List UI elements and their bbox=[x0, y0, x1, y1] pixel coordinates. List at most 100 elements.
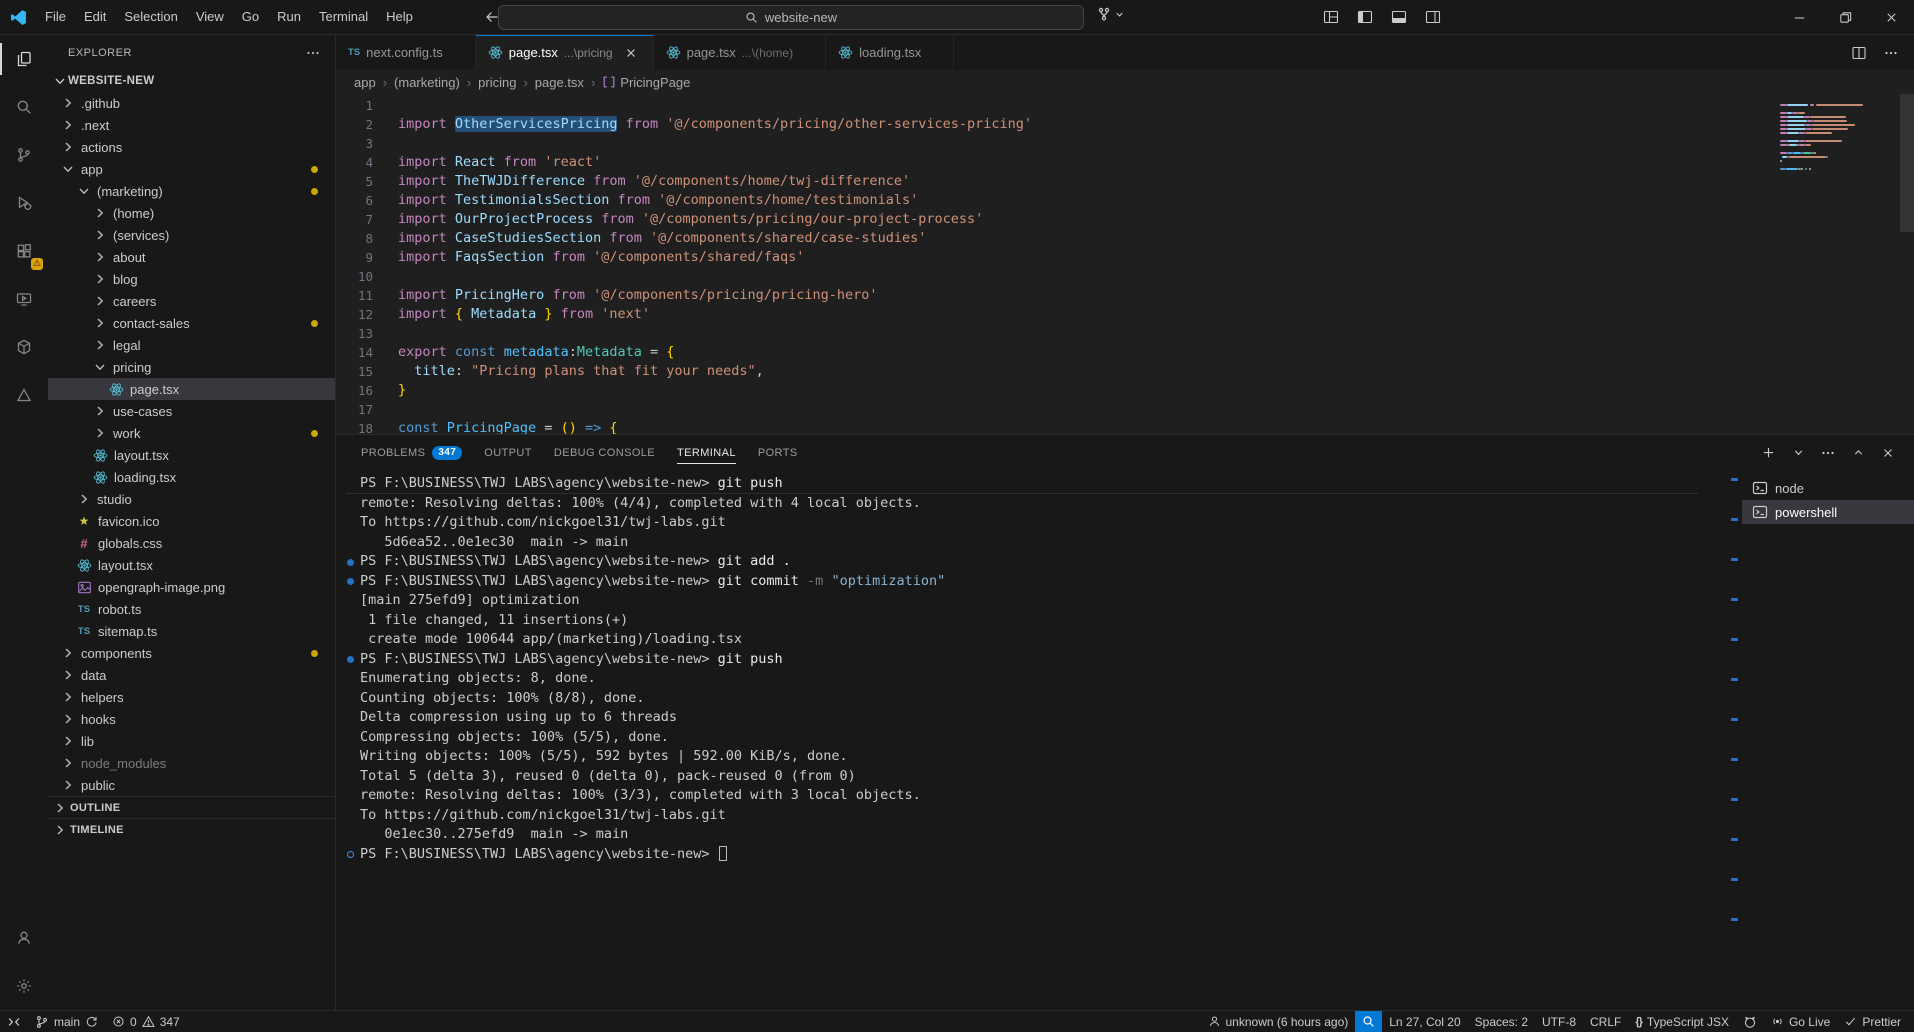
toggle-secondary-sidebar-icon[interactable] bbox=[1418, 5, 1448, 29]
tree-item-.github[interactable]: .github bbox=[48, 92, 335, 114]
monitor-icon[interactable] bbox=[0, 275, 48, 323]
menu-run[interactable]: Run bbox=[268, 5, 310, 29]
menu-edit[interactable]: Edit bbox=[75, 5, 115, 29]
tree-item-blog[interactable]: blog bbox=[48, 268, 335, 290]
prompt-decoration-circle[interactable] bbox=[347, 851, 354, 858]
tree-item-use-cases[interactable]: use-cases bbox=[48, 400, 335, 422]
command-decoration-dot[interactable] bbox=[347, 559, 354, 566]
terminal-profile-dropdown-icon[interactable] bbox=[1786, 441, 1810, 465]
panel-tab-problems[interactable]: PROBLEMS347 bbox=[350, 435, 473, 470]
run-debug-icon[interactable] bbox=[0, 179, 48, 227]
sidebar-section-timeline[interactable]: TIMELINE bbox=[48, 818, 335, 840]
toggle-panel-icon[interactable] bbox=[1384, 5, 1414, 29]
language-mode-item[interactable]: {} TypeScript JSX bbox=[1628, 1011, 1736, 1032]
tree-item--marketing-[interactable]: (marketing) bbox=[48, 180, 335, 202]
panel-tab-debug-console[interactable]: DEBUG CONSOLE bbox=[543, 435, 666, 470]
gear-icon[interactable] bbox=[0, 962, 48, 1010]
tree-item-careers[interactable]: careers bbox=[48, 290, 335, 312]
package-icon[interactable] bbox=[0, 323, 48, 371]
split-editor-icon[interactable] bbox=[1844, 41, 1874, 65]
command-decoration-dot[interactable] bbox=[347, 578, 354, 585]
tree-item-robot.ts[interactable]: TSrobot.ts bbox=[48, 598, 335, 620]
tree-item--services-[interactable]: (services) bbox=[48, 224, 335, 246]
tree-item-app[interactable]: app bbox=[48, 158, 335, 180]
tree-item-opengraph-image.png[interactable]: opengraph-image.png bbox=[48, 576, 335, 598]
close-tab-icon[interactable] bbox=[621, 43, 641, 63]
minimize-button[interactable] bbox=[1776, 0, 1822, 35]
remote-indicator[interactable] bbox=[0, 1011, 28, 1032]
git-blame-item[interactable]: unknown (6 hours ago) bbox=[1201, 1011, 1356, 1032]
github-item[interactable] bbox=[1736, 1011, 1764, 1032]
toggle-sidebar-icon[interactable] bbox=[1350, 5, 1380, 29]
panel-tab-ports[interactable]: PORTS bbox=[747, 435, 809, 470]
encoding-item[interactable]: UTF-8 bbox=[1535, 1011, 1583, 1032]
command-center-search[interactable]: website-new bbox=[498, 5, 1084, 30]
menu-terminal[interactable]: Terminal bbox=[310, 5, 377, 29]
tree-item-layout.tsx[interactable]: layout.tsx bbox=[48, 554, 335, 576]
editor-scrollbar[interactable] bbox=[1900, 94, 1914, 434]
tree-item-data[interactable]: data bbox=[48, 664, 335, 686]
maximize-panel-icon[interactable] bbox=[1846, 441, 1870, 465]
tree-item-pricing[interactable]: pricing bbox=[48, 356, 335, 378]
tree-item-components[interactable]: components bbox=[48, 642, 335, 664]
panel-tab-terminal[interactable]: TERMINAL bbox=[666, 435, 747, 470]
tree-item-.next[interactable]: .next bbox=[48, 114, 335, 136]
project-root-folder[interactable]: WEBSITE-NEW bbox=[48, 70, 335, 92]
git-branch-item[interactable]: main bbox=[28, 1011, 105, 1032]
breadcrumb-item[interactable]: page.tsx bbox=[535, 75, 584, 90]
sidebar-section-outline[interactable]: OUTLINE bbox=[48, 796, 335, 818]
tree-item-contact-sales[interactable]: contact-sales bbox=[48, 312, 335, 334]
menu-view[interactable]: View bbox=[187, 5, 233, 29]
command-decoration-dot[interactable] bbox=[347, 656, 354, 663]
zoom-indicator[interactable] bbox=[1355, 1011, 1382, 1032]
menu-help[interactable]: Help bbox=[377, 5, 422, 29]
new-terminal-icon[interactable] bbox=[1756, 441, 1780, 465]
menu-go[interactable]: Go bbox=[233, 5, 268, 29]
menu-file[interactable]: File bbox=[36, 5, 75, 29]
tree-item-globals.css[interactable]: #globals.css bbox=[48, 532, 335, 554]
tree-item--home-[interactable]: (home) bbox=[48, 202, 335, 224]
tree-item-helpers[interactable]: helpers bbox=[48, 686, 335, 708]
tree-item-legal[interactable]: legal bbox=[48, 334, 335, 356]
tree-item-layout.tsx[interactable]: layout.tsx bbox=[48, 444, 335, 466]
cursor-position-item[interactable]: Ln 27, Col 20 bbox=[1382, 1011, 1467, 1032]
tree-item-actions[interactable]: actions bbox=[48, 136, 335, 158]
panel-tab-output[interactable]: OUTPUT bbox=[473, 435, 543, 470]
search-icon[interactable] bbox=[0, 83, 48, 131]
tree-item-page.tsx[interactable]: page.tsx bbox=[48, 378, 335, 400]
tree-item-hooks[interactable]: hooks bbox=[48, 708, 335, 730]
tree-item-about[interactable]: about bbox=[48, 246, 335, 268]
tree-item-loading.tsx[interactable]: loading.tsx bbox=[48, 466, 335, 488]
source-control-icon[interactable] bbox=[0, 131, 48, 179]
go-live-item[interactable]: Go Live bbox=[1764, 1011, 1837, 1032]
panel-more-actions-icon[interactable] bbox=[1816, 441, 1840, 465]
editor-tab-loading.tsx[interactable]: loading.tsx bbox=[826, 35, 954, 70]
editor-tab-page.tsx[interactable]: page.tsx...\pricing bbox=[476, 35, 654, 70]
tree-item-work[interactable]: work bbox=[48, 422, 335, 444]
tree-item-lib[interactable]: lib bbox=[48, 730, 335, 752]
account-icon[interactable] bbox=[0, 914, 48, 962]
tree-item-studio[interactable]: studio bbox=[48, 488, 335, 510]
breadcrumb-item[interactable]: (marketing) bbox=[394, 75, 460, 90]
terminal-session-node[interactable]: node bbox=[1742, 476, 1914, 500]
triangle-icon[interactable] bbox=[0, 371, 48, 419]
editor-tab-page.tsx[interactable]: page.tsx...\(home) bbox=[654, 35, 827, 70]
extensions-icon[interactable]: ⚠ bbox=[0, 227, 48, 275]
close-panel-icon[interactable] bbox=[1876, 441, 1900, 465]
menu-selection[interactable]: Selection bbox=[115, 5, 186, 29]
session-fork-menu[interactable] bbox=[1096, 6, 1125, 22]
editor-tab-next.config.ts[interactable]: TSnext.config.ts bbox=[336, 35, 476, 70]
tree-item-node-modules[interactable]: node_modules bbox=[48, 752, 335, 774]
terminal-session-powershell[interactable]: powershell bbox=[1742, 500, 1914, 524]
files-icon[interactable] bbox=[0, 35, 48, 83]
breadcrumb-item[interactable]: PricingPage bbox=[602, 75, 690, 90]
problems-item[interactable]: 0 347 bbox=[105, 1011, 187, 1032]
more-actions-icon[interactable] bbox=[305, 45, 321, 61]
code-editor[interactable]: 12import OtherServicesPricing from '@/co… bbox=[336, 94, 1914, 434]
breadcrumb-item[interactable]: pricing bbox=[478, 75, 516, 90]
close-window-button[interactable] bbox=[1868, 0, 1914, 35]
breadcrumb-item[interactable]: app bbox=[354, 75, 376, 90]
scrollbar-thumb[interactable] bbox=[1900, 94, 1914, 232]
customize-layout-icon[interactable] bbox=[1316, 5, 1346, 29]
terminal-viewport[interactable]: PS F:\BUSINESS\TWJ LABS\agency\website-n… bbox=[336, 470, 1728, 1010]
